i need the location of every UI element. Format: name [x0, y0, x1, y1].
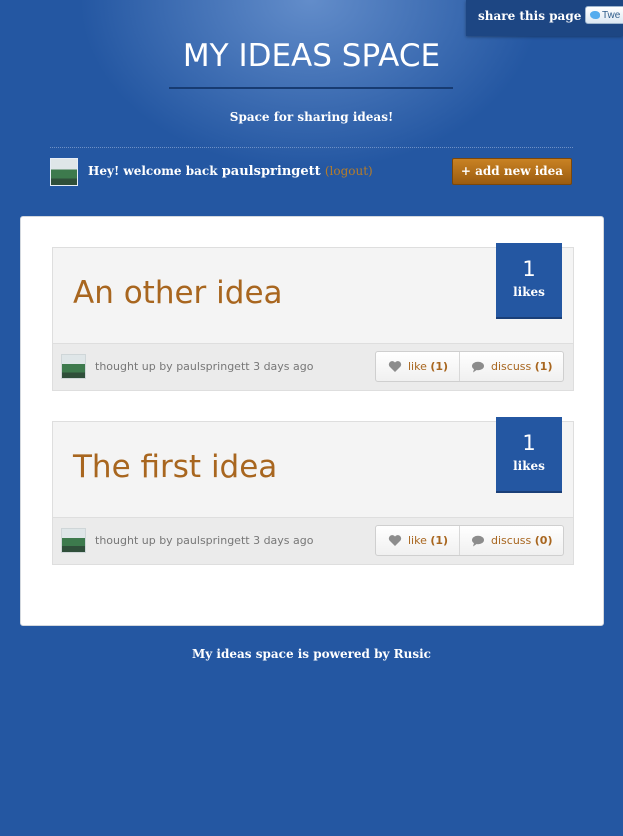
site-title: MY IDEAS SPACE	[182, 38, 441, 74]
discuss-label: discuss	[491, 534, 532, 547]
idea-title-link[interactable]: The first idea	[73, 449, 277, 485]
heart-icon	[388, 361, 402, 372]
twitter-bird-icon	[590, 11, 600, 19]
ideas-panel: An other idea 1 likes thought up by paul…	[20, 216, 604, 626]
likes-count: 1	[522, 431, 536, 455]
welcome-message: Hey! welcome back paulspringett (logout)	[88, 164, 373, 179]
header-divider	[50, 147, 573, 148]
heart-icon	[388, 535, 402, 546]
likes-label: likes	[513, 459, 545, 473]
logout-link[interactable]: (logout)	[325, 164, 373, 178]
tweet-label: Twe	[602, 10, 621, 21]
likes-badge: 1 likes	[496, 243, 562, 319]
author-avatar[interactable]	[61, 354, 86, 379]
idea-card: The first idea 1 likes thought up by pau…	[52, 417, 574, 565]
discuss-count: (1)	[534, 360, 553, 373]
tagline: Space for sharing ideas!	[229, 110, 394, 124]
author-avatar[interactable]	[61, 528, 86, 553]
idea-actions: like (1) discuss (1)	[375, 351, 564, 382]
idea-byline: thought up by paulspringett 3 days ago	[95, 534, 314, 547]
add-new-idea-button[interactable]: + add new idea	[452, 158, 572, 185]
footer-text: My ideas space is powered by Rusic	[191, 647, 431, 661]
share-label: share this page	[478, 9, 582, 23]
idea-card: An other idea 1 likes thought up by paul…	[52, 243, 574, 391]
title-divider	[169, 87, 453, 89]
idea-header: An other idea 1 likes	[52, 243, 574, 344]
discuss-label: discuss	[491, 360, 532, 373]
like-label: like	[408, 360, 427, 373]
speech-bubble-icon	[472, 361, 484, 373]
share-bar: share this page Twe	[466, 0, 623, 36]
like-count: (1)	[430, 534, 449, 547]
like-count: (1)	[430, 360, 449, 373]
idea-byline: thought up by paulspringett 3 days ago	[95, 360, 314, 373]
discuss-button[interactable]: discuss (0)	[459, 526, 563, 555]
idea-footer: thought up by paulspringett 3 days ago l…	[52, 518, 574, 565]
username-link[interactable]: paulspringett	[222, 164, 321, 179]
discuss-button[interactable]: discuss (1)	[459, 352, 563, 381]
idea-header: The first idea 1 likes	[52, 417, 574, 518]
tweet-button[interactable]: Twe	[585, 6, 623, 24]
like-label: like	[408, 534, 427, 547]
likes-label: likes	[513, 285, 545, 299]
like-button[interactable]: like (1)	[376, 352, 460, 381]
discuss-count: (0)	[534, 534, 553, 547]
likes-count: 1	[522, 257, 536, 281]
user-avatar[interactable]	[50, 158, 78, 186]
idea-title-link[interactable]: An other idea	[73, 275, 283, 311]
idea-actions: like (1) discuss (0)	[375, 525, 564, 556]
speech-bubble-icon	[472, 535, 484, 547]
idea-footer: thought up by paulspringett 3 days ago l…	[52, 344, 574, 391]
greeting-text: Hey! welcome back	[88, 164, 218, 178]
likes-badge: 1 likes	[496, 417, 562, 493]
like-button[interactable]: like (1)	[376, 526, 460, 555]
